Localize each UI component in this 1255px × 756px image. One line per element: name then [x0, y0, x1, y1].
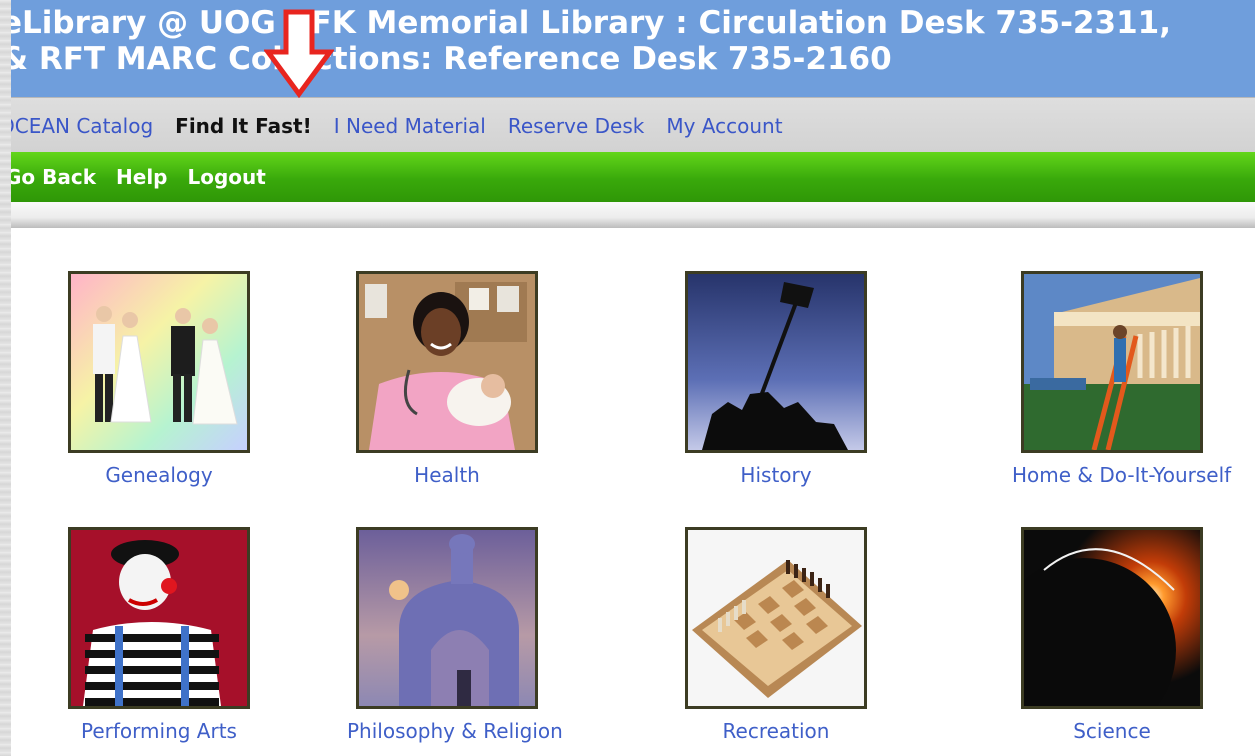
- chessboard-image[interactable]: [685, 527, 867, 709]
- topic-home-diy[interactable]: Home & Do-It-Yourself: [1012, 271, 1231, 487]
- topic-grid: Genealogy Health History Home & Do-It-Yo…: [11, 228, 1255, 756]
- topic-history[interactable]: History: [676, 271, 876, 487]
- topic-recreation[interactable]: Recreation: [676, 527, 876, 743]
- nav-reserve-desk[interactable]: Reserve Desk: [508, 114, 644, 138]
- chapel-dome-image[interactable]: [356, 527, 538, 709]
- logout-link[interactable]: Logout: [188, 165, 266, 189]
- title-line-1: eLibrary @ UOG RFK Memorial Library : Ci…: [11, 5, 1171, 41]
- topic-label-performing-arts[interactable]: Performing Arts: [59, 719, 259, 743]
- nav-ocean-catalog[interactable]: OCEAN Catalog: [11, 114, 153, 138]
- topic-label-history[interactable]: History: [676, 463, 876, 487]
- header-divider: [11, 202, 1255, 228]
- house-construction-image[interactable]: [1021, 271, 1203, 453]
- nav-find-it-fast[interactable]: Find It Fast!: [175, 114, 312, 138]
- nav-my-account[interactable]: My Account: [666, 114, 782, 138]
- red-down-arrow-icon: [264, 9, 334, 98]
- window-left-edge: [0, 0, 11, 756]
- action-bar: Go Back Help Logout: [11, 152, 1255, 202]
- flag-raising-silhouette-image[interactable]: [685, 271, 867, 453]
- topic-health[interactable]: Health: [347, 271, 547, 487]
- nav-i-need-material[interactable]: I Need Material: [334, 114, 486, 138]
- topic-label-science[interactable]: Science: [1012, 719, 1212, 743]
- topic-philosophy-religion[interactable]: Philosophy & Religion: [347, 527, 563, 743]
- wedding-figurines-image[interactable]: [68, 271, 250, 453]
- topic-science[interactable]: Science: [1012, 527, 1212, 743]
- topic-label-recreation[interactable]: Recreation: [676, 719, 876, 743]
- library-page: eLibrary @ UOG RFK Memorial Library : Ci…: [11, 0, 1255, 756]
- help-link[interactable]: Help: [116, 165, 167, 189]
- go-back-link[interactable]: Go Back: [11, 165, 96, 189]
- clown-mime-image[interactable]: [68, 527, 250, 709]
- topic-label-health[interactable]: Health: [347, 463, 547, 487]
- topic-label-genealogy[interactable]: Genealogy: [59, 463, 259, 487]
- title-banner: eLibrary @ UOG RFK Memorial Library : Ci…: [11, 0, 1255, 97]
- solar-eclipse-image[interactable]: [1021, 527, 1203, 709]
- topic-performing-arts[interactable]: Performing Arts: [59, 527, 259, 743]
- topic-genealogy[interactable]: Genealogy: [59, 271, 259, 487]
- topic-label-home-diy[interactable]: Home & Do-It-Yourself: [1012, 463, 1231, 487]
- topic-label-philosophy-religion[interactable]: Philosophy & Religion: [347, 719, 563, 743]
- nurse-with-baby-image[interactable]: [356, 271, 538, 453]
- main-nav: OCEAN Catalog Find It Fast! I Need Materia…: [11, 97, 1255, 153]
- title-line-2: & RFT MARC Collections: Reference Desk 7…: [11, 41, 892, 77]
